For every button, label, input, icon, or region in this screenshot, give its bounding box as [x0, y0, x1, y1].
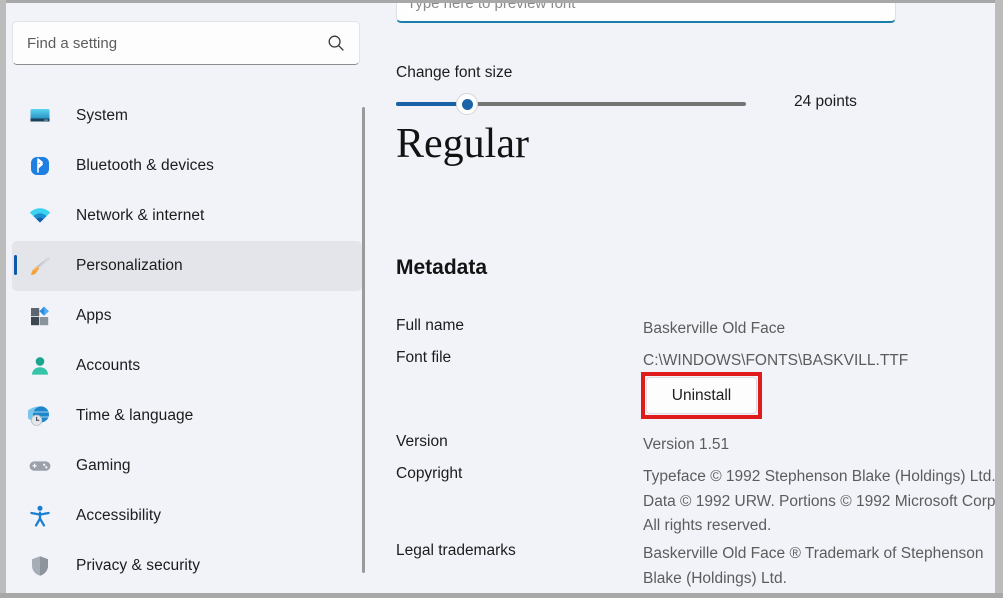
uninstall-highlight-annotation — [641, 372, 762, 419]
font-size-value: 24 points — [794, 93, 857, 110]
sidebar-item-time-language[interactable]: Time & language — [12, 391, 362, 441]
metadata-value: C:\WINDOWS\FONTS\BASKVILL.TTF — [643, 352, 909, 369]
sidebar: System Bluetooth & devices — [6, 3, 370, 593]
monitor-icon — [28, 104, 52, 128]
slider-thumb-inner — [461, 98, 473, 110]
sidebar-item-label: Gaming — [76, 457, 131, 474]
sidebar-item-label: System — [76, 107, 128, 124]
search-icon[interactable] — [327, 34, 345, 52]
window-border-right — [995, 0, 1003, 598]
gamepad-icon — [28, 454, 52, 478]
window-border-bottom — [0, 593, 1003, 598]
sidebar-item-network-internet[interactable]: Network & internet — [12, 191, 362, 241]
apps-blocks-icon — [28, 304, 52, 328]
globe-clock-icon — [26, 404, 52, 428]
sidebar-item-label: Accounts — [76, 357, 141, 374]
sidebar-scrollbar[interactable] — [362, 107, 365, 573]
settings-window: System Bluetooth & devices — [0, 0, 1003, 598]
sidebar-item-accounts[interactable]: Accounts — [12, 341, 362, 391]
metadata-value: Typeface © 1992 Stephenson Blake (Holdin… — [643, 468, 995, 534]
wifi-icon — [28, 204, 52, 228]
sidebar-item-label: Personalization — [76, 257, 183, 274]
sidebar-item-label: Accessibility — [76, 507, 162, 524]
metadata-value: Baskerville Old Face — [643, 320, 786, 337]
sidebar-item-label: Network & internet — [76, 207, 205, 224]
metadata-label: Copyright — [396, 465, 463, 482]
metadata-label: Legal trademarks — [396, 542, 516, 559]
sidebar-item-gaming[interactable]: Gaming — [12, 441, 362, 491]
sidebar-nav: System Bluetooth & devices Network & int… — [6, 91, 370, 593]
person-icon — [28, 354, 52, 378]
sidebar-item-personalization[interactable]: Personalization — [12, 241, 362, 291]
sidebar-item-label: Privacy & security — [76, 557, 201, 574]
accessibility-icon — [28, 504, 52, 528]
sidebar-item-label: Bluetooth & devices — [76, 157, 214, 174]
sidebar-item-system[interactable]: System — [12, 91, 362, 141]
paintbrush-icon — [28, 254, 52, 278]
metadata-heading: Metadata — [396, 256, 488, 279]
slider-fill — [396, 102, 463, 106]
search-box[interactable] — [12, 21, 360, 65]
font-size-slider[interactable] — [396, 93, 746, 115]
sidebar-item-label: Time & language — [76, 407, 194, 424]
font-preview-input[interactable] — [407, 3, 885, 12]
slider-thumb[interactable] — [456, 93, 478, 115]
metadata-label: Full name — [396, 317, 465, 334]
sidebar-item-accessibility[interactable]: Accessibility — [12, 491, 362, 541]
font-preview-field[interactable] — [396, 3, 896, 23]
sidebar-item-privacy-security[interactable]: Privacy & security — [12, 541, 362, 591]
metadata-label: Font file — [396, 349, 452, 366]
font-weight-sample: Regular — [396, 121, 529, 167]
sidebar-item-apps[interactable]: Apps — [12, 291, 362, 341]
change-font-size-label: Change font size — [396, 64, 513, 81]
metadata-label: Version — [396, 433, 448, 450]
sidebar-item-bluetooth-devices[interactable]: Bluetooth & devices — [12, 141, 362, 191]
shield-icon — [28, 554, 52, 578]
metadata-value: Version 1.51 — [643, 436, 730, 453]
search-input[interactable] — [27, 34, 327, 52]
metadata-value: Baskerville Old Face ® Trademark of Step… — [643, 545, 984, 587]
sidebar-item-label: Apps — [76, 307, 112, 324]
selection-accent-bar — [14, 255, 17, 275]
main-content: Change font size 24 points Regular Metad… — [370, 3, 995, 593]
bluetooth-icon — [28, 154, 52, 178]
